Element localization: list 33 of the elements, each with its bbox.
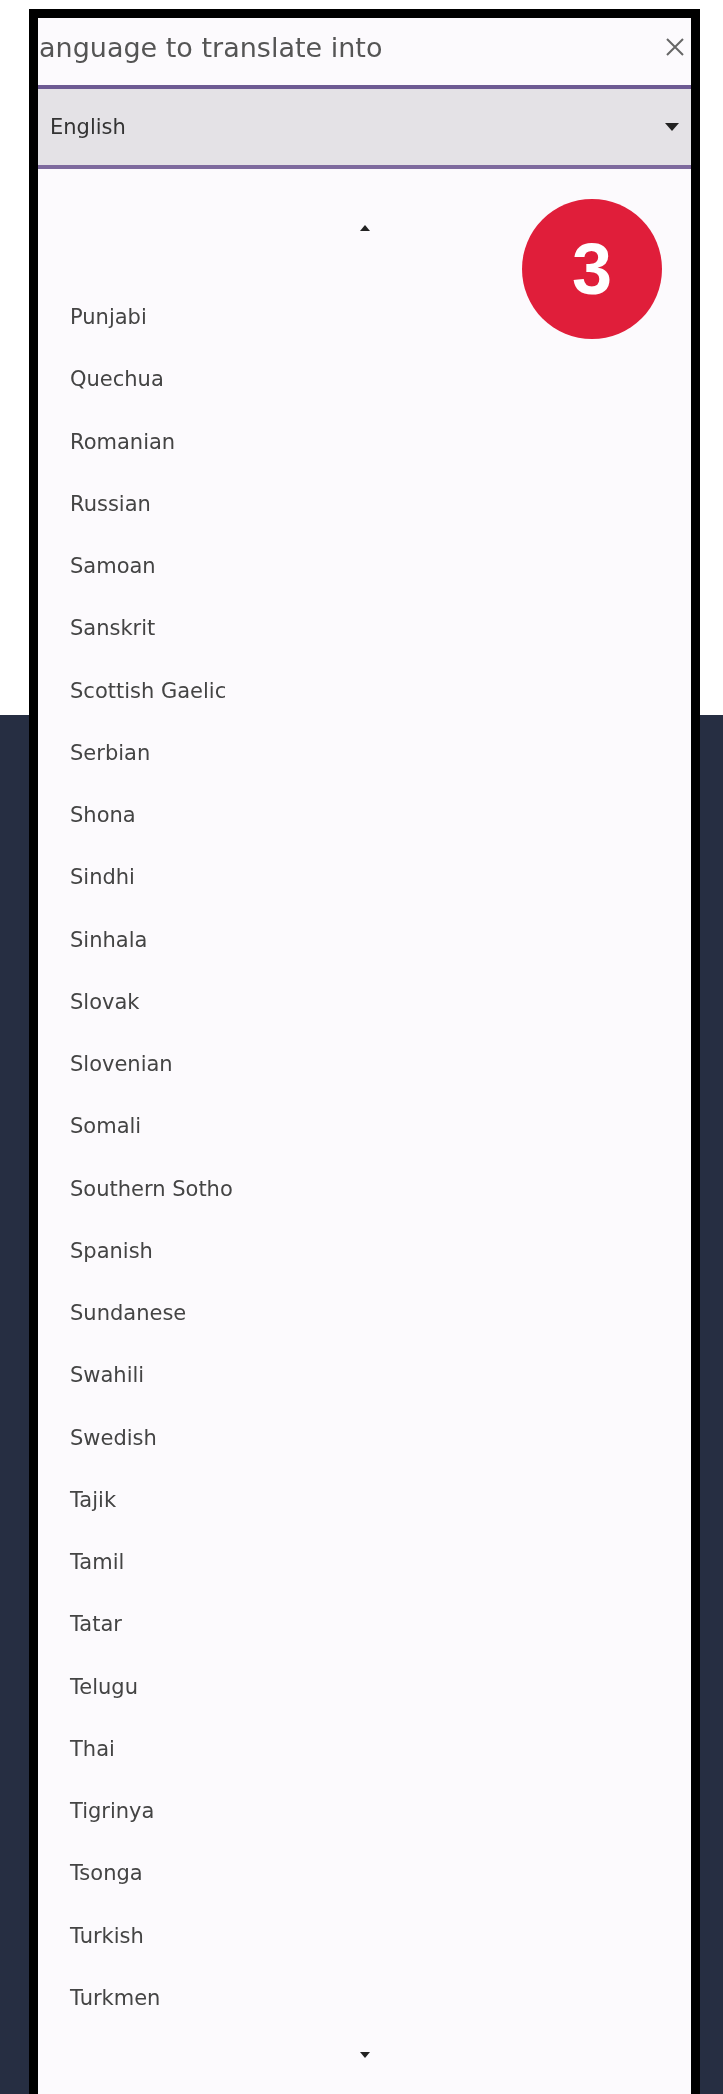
language-option[interactable]: Tsonga (38, 1842, 691, 1905)
language-option[interactable]: Tatar (38, 1593, 691, 1656)
language-option[interactable]: Shona (38, 784, 691, 847)
language-option[interactable]: Quechua (38, 348, 691, 411)
language-option[interactable]: Tigrinya (38, 1780, 691, 1843)
language-option[interactable]: Samoan (38, 535, 691, 598)
language-option[interactable]: Spanish (38, 1219, 691, 1282)
language-option[interactable]: Turkish (38, 1904, 691, 1967)
scroll-up-icon[interactable] (359, 224, 370, 231)
language-option[interactable]: Scottish Gaelic (38, 659, 691, 722)
language-option[interactable]: Somali (38, 1095, 691, 1158)
language-option[interactable]: Telugu (38, 1655, 691, 1718)
language-option[interactable]: Serbian (38, 721, 691, 784)
dialog-title: anguage to translate into (39, 31, 383, 63)
language-option[interactable]: Slovenian (38, 1033, 691, 1096)
language-dropdown[interactable]: English (38, 85, 691, 169)
scroll-down-icon[interactable] (359, 2052, 370, 2058)
language-option[interactable]: Romanian (38, 410, 691, 473)
language-option[interactable]: Slovak (38, 970, 691, 1033)
language-option[interactable]: Turkmen (38, 1966, 691, 2029)
language-option[interactable]: Sanskrit (38, 597, 691, 660)
close-icon[interactable] (665, 37, 685, 57)
language-option[interactable]: Swedish (38, 1406, 691, 1469)
language-option[interactable]: Swahili (38, 1344, 691, 1407)
language-option[interactable]: Sindhi (38, 846, 691, 909)
language-option[interactable]: Thai (38, 1717, 691, 1780)
language-option[interactable]: Sundanese (38, 1282, 691, 1345)
language-option[interactable]: Tamil (38, 1531, 691, 1594)
language-option[interactable]: Southern Sotho (38, 1157, 691, 1220)
language-option[interactable]: Tajik (38, 1468, 691, 1531)
language-option[interactable]: Russian (38, 472, 691, 535)
language-option[interactable]: Sinhala (38, 908, 691, 971)
caret-icon (665, 123, 679, 131)
